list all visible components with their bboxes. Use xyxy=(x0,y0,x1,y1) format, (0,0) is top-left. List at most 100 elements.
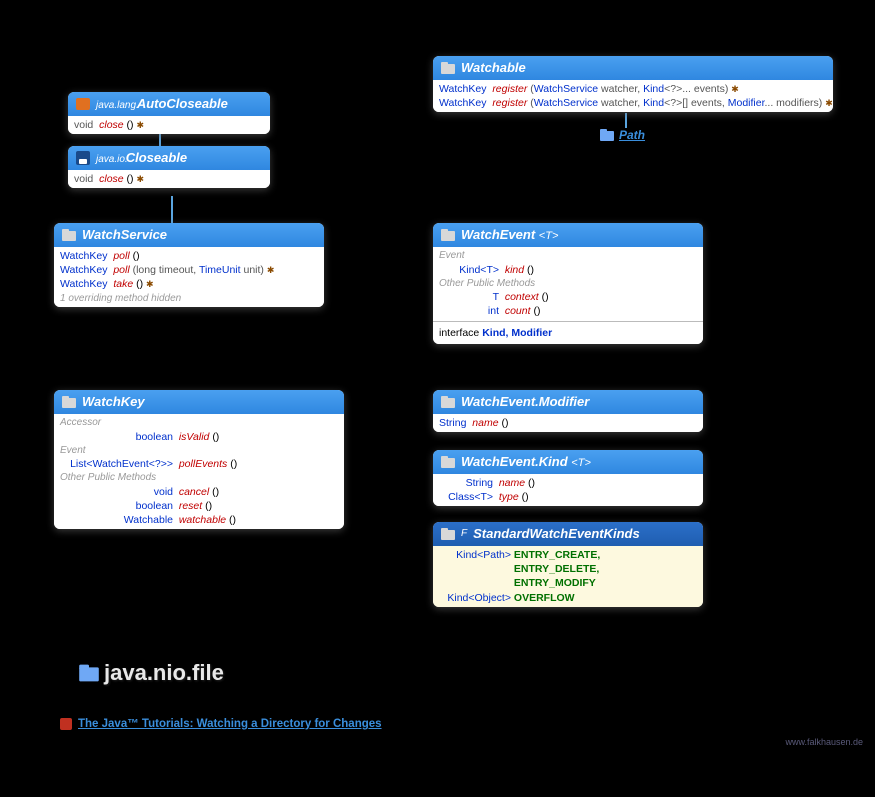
package-title: java.nio.file xyxy=(82,660,224,686)
inner-interfaces: interface Kind, Modifier xyxy=(433,324,703,342)
header-watchkey: WatchKey xyxy=(54,390,344,414)
params: () xyxy=(542,291,549,303)
method-name: close xyxy=(99,119,124,131)
params: () xyxy=(501,417,508,429)
return-type: WatchKey xyxy=(439,96,486,110)
return-type: WatchKey xyxy=(60,249,107,263)
class-standardkinds: F StandardWatchEventKinds Kind<Path> ENT… xyxy=(433,522,703,607)
method-name: name xyxy=(499,477,525,489)
class-watchable: Watchable WatchKey register (WatchServic… xyxy=(433,56,833,112)
section-label: Other Public Methods xyxy=(54,471,344,485)
throws-marker: ✱ xyxy=(825,98,833,108)
header-standardkinds: F StandardWatchEventKinds xyxy=(433,522,703,546)
header-autocloseable: java.lang.AutoCloseable xyxy=(68,92,270,116)
method-name: pollEvents xyxy=(179,458,227,470)
method-name: poll xyxy=(113,250,129,262)
return-type: void xyxy=(60,485,173,499)
oracle-icon xyxy=(60,718,72,730)
class-watchkey: WatchKey Accessor boolean isValid () Eve… xyxy=(54,390,344,529)
params: () xyxy=(229,514,236,526)
folder-icon xyxy=(79,665,99,682)
return-type: WatchKey xyxy=(60,277,107,291)
section-label: Other Public Methods xyxy=(433,277,703,291)
method-name: count xyxy=(505,305,531,317)
return-type: WatchKey xyxy=(60,263,107,277)
params: () xyxy=(522,491,529,503)
params: () xyxy=(133,250,140,262)
return-type: Kind<Path> xyxy=(439,548,511,562)
folder-icon xyxy=(441,396,455,408)
return-type: Watchable xyxy=(60,513,173,527)
return-type: Kind<T> xyxy=(439,263,499,277)
method-name: isValid xyxy=(179,431,210,443)
body-autocloseable: void close () ✱ xyxy=(68,116,270,134)
header-kind: WatchEvent.Kind <T> xyxy=(433,450,703,474)
section-label: Event xyxy=(54,444,344,458)
return-type: boolean xyxy=(60,499,173,513)
body-kind: String name () Class<T> type () xyxy=(433,474,703,506)
params: () xyxy=(127,119,134,131)
const: OVERFLOW xyxy=(514,592,575,604)
class-name: Closeable xyxy=(126,150,187,165)
method-name: register xyxy=(492,83,527,95)
const: ENTRY_MODIFY xyxy=(514,577,596,589)
return-type: void xyxy=(74,173,93,185)
class-modifier: WatchEvent.Modifier String name () xyxy=(433,390,703,432)
folder-icon xyxy=(62,396,76,408)
disk-icon xyxy=(76,151,90,165)
body-watchevent: Event Kind<T> kind () Other Public Metho… xyxy=(433,247,703,344)
method-name: reset xyxy=(179,500,202,512)
method-name: poll xyxy=(113,264,129,276)
throws-marker: ✱ xyxy=(136,174,144,184)
connector-line xyxy=(159,133,161,146)
class-watchservice: WatchService WatchKey poll () WatchKey p… xyxy=(54,223,324,307)
body-modifier: String name () xyxy=(433,414,703,432)
class-name: AutoCloseable xyxy=(137,96,228,111)
params: () xyxy=(212,486,219,498)
params: () xyxy=(127,173,134,185)
class-autocloseable: java.lang.AutoCloseable void close () ✱ xyxy=(68,92,270,134)
connector-line xyxy=(625,113,627,128)
link-text: The Java™ Tutorials: Watching a Director… xyxy=(78,718,382,730)
return-type: String xyxy=(439,476,493,490)
body-watchable: WatchKey register (WatchService watcher,… xyxy=(433,80,833,112)
params: () xyxy=(212,431,219,443)
params: () xyxy=(527,264,534,276)
header-watchservice: WatchService xyxy=(54,223,324,247)
header-watchable: Watchable xyxy=(433,56,833,80)
class-name: StandardWatchEventKinds xyxy=(473,526,640,541)
method-name: cancel xyxy=(179,486,209,498)
params: () xyxy=(533,305,540,317)
class-name: WatchEvent.Kind xyxy=(461,454,568,469)
header-modifier: WatchEvent.Modifier xyxy=(433,390,703,414)
pkg-label: java.io. xyxy=(96,154,128,165)
return-type: T xyxy=(439,290,499,304)
link-text: Path xyxy=(619,128,645,142)
params: () xyxy=(528,477,535,489)
params: () xyxy=(230,458,237,470)
const: ENTRY_CREATE, xyxy=(514,549,600,561)
method-name: close xyxy=(99,173,124,185)
tutorial-link[interactable]: The Java™ Tutorials: Watching a Director… xyxy=(60,718,382,730)
params: () xyxy=(205,500,212,512)
folder-icon xyxy=(441,229,455,241)
folder-icon xyxy=(441,528,455,540)
class-name: WatchService xyxy=(82,227,167,242)
folder-icon xyxy=(441,456,455,468)
throws-marker: ✱ xyxy=(136,120,144,130)
path-link[interactable]: Path xyxy=(600,128,645,142)
header-closeable: java.io.Closeable xyxy=(68,146,270,170)
section-label: Event xyxy=(433,249,703,263)
folder-icon xyxy=(441,62,455,74)
hidden-methods-note: 1 overriding method hidden xyxy=(54,292,324,306)
pkg-label: java.lang. xyxy=(96,100,139,111)
body-watchservice: WatchKey poll () WatchKey poll (long tim… xyxy=(54,247,324,307)
header-watchevent: WatchEvent <T> xyxy=(433,223,703,247)
class-name: WatchEvent xyxy=(461,227,535,242)
body-closeable: void close () ✱ xyxy=(68,170,270,188)
folder-icon xyxy=(62,229,76,241)
method-name: context xyxy=(505,291,539,303)
return-type: Class<T> xyxy=(439,490,493,504)
throws-marker: ✱ xyxy=(146,279,154,289)
class-closeable: java.io.Closeable void close () ✱ xyxy=(68,146,270,188)
